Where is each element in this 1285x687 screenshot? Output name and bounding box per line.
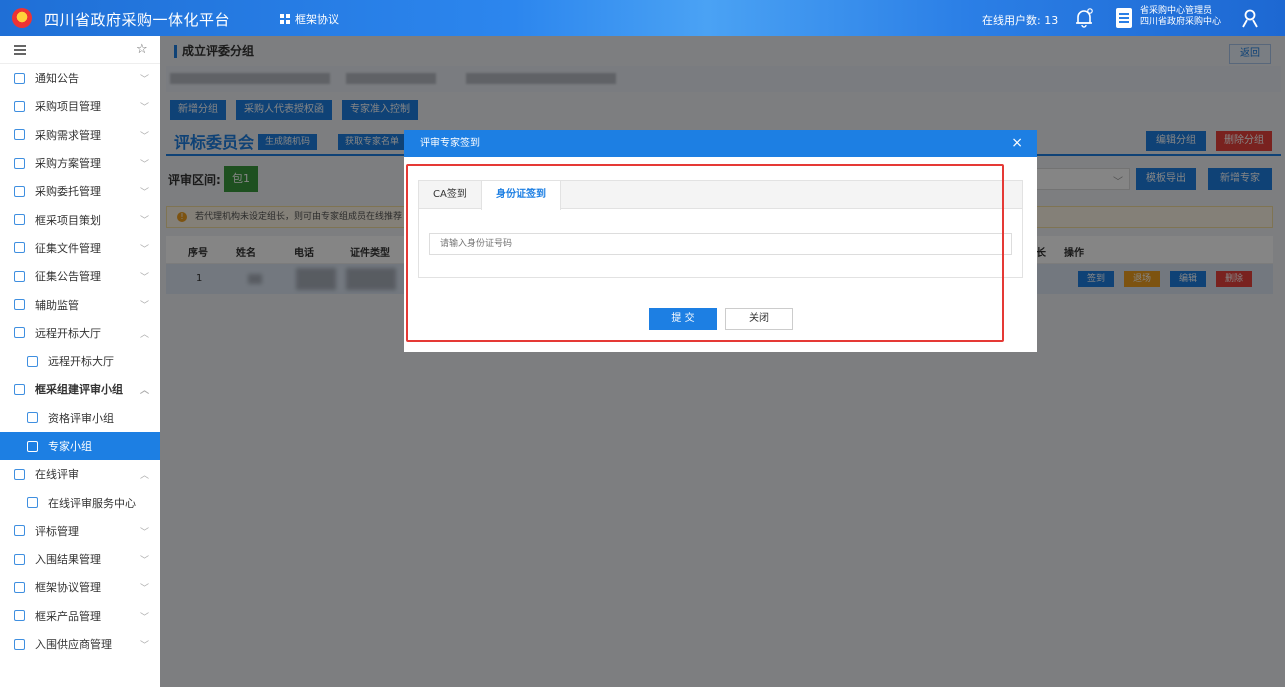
doc-icon xyxy=(27,355,38,367)
org-doc-icon xyxy=(1116,8,1132,28)
user-role: 省采购中心管理员 xyxy=(1140,6,1213,16)
close-icon[interactable]: × xyxy=(1011,130,1023,157)
sidebar-item-product[interactable]: 框采产品管理 ﹀ xyxy=(0,602,160,630)
highlight-annotation xyxy=(406,164,1004,342)
doc-icon xyxy=(14,270,25,282)
modal-header: 评审专家签到 × xyxy=(404,130,1037,157)
chevron-down-icon: ﹀ xyxy=(140,527,150,538)
chevron-down-icon: ﹀ xyxy=(140,216,150,227)
folder-icon xyxy=(14,214,25,226)
top-header: 四川省政府采购一体化平台 框架协议 在线用户数: 13 省采购中心管理员 四川省… xyxy=(0,0,1285,36)
sidebar-item-plan[interactable]: 采购方案管理 ﹀ xyxy=(0,149,160,177)
menu-toggle-icon[interactable] xyxy=(14,45,26,55)
sidebar-item-supervision[interactable]: 辅助监管 ﹀ xyxy=(0,290,160,318)
sidebar-item-agreement[interactable]: 框架协议管理 ﹀ xyxy=(0,573,160,601)
pin-icon[interactable]: ☆ xyxy=(136,42,148,57)
doc-icon xyxy=(14,242,25,254)
monitor-icon xyxy=(14,299,25,311)
chevron-down-icon: ﹀ xyxy=(140,244,150,255)
sidebar-item-solicit-doc[interactable]: 征集文件管理 ﹀ xyxy=(0,234,160,262)
user-avatar-icon[interactable] xyxy=(1240,8,1260,28)
chevron-down-icon: ﹀ xyxy=(140,612,150,623)
doc-icon xyxy=(14,157,25,169)
sidebar-item-solicit-notice[interactable]: 征集公告管理 ﹀ xyxy=(0,262,160,290)
chevron-down-icon: ﹀ xyxy=(140,103,150,114)
user-info: 省采购中心管理员 四川省政府采购中心 xyxy=(1140,6,1221,28)
nav-framework-agreement[interactable]: 框架协议 xyxy=(280,11,339,27)
chevron-down-icon: ﹀ xyxy=(140,640,150,651)
chevron-down-icon: ﹀ xyxy=(140,273,150,284)
user-org: 四川省政府采购中心 xyxy=(1140,17,1222,27)
sidebar-item-bid-evaluation[interactable]: 评标管理 ﹀ xyxy=(0,517,160,545)
chart-icon xyxy=(14,553,25,565)
sidebar-item-demand[interactable]: 采购需求管理 ﹀ xyxy=(0,121,160,149)
chevron-down-icon: ﹀ xyxy=(140,188,150,199)
agreement-icon xyxy=(14,581,25,593)
bell-icon[interactable] xyxy=(1073,7,1095,29)
doc-icon xyxy=(14,327,25,339)
sidebar: ☆ 通知公告 ﹀ 采购项目管理 ﹀ 采购需求管理 ﹀ 采购方案管理 ﹀ 采购委托管理 ﹀ … xyxy=(0,36,160,687)
users-icon xyxy=(27,440,38,452)
sidebar-item-entrust[interactable]: 采购委托管理 ﹀ xyxy=(0,177,160,205)
chevron-up-icon: ︿ xyxy=(140,386,150,397)
sidebar-item-qualification-panel[interactable]: 资格评审小组 xyxy=(0,404,160,432)
sidebar-item-online-review[interactable]: 在线评审 ︿ xyxy=(0,460,160,488)
sidebar-item-planning[interactable]: 框采项目策划 ﹀ xyxy=(0,205,160,233)
sidebar-item-supplier[interactable]: 入围供应商管理 ﹀ xyxy=(0,630,160,658)
sidebar-item-build-panel[interactable]: 框采组建评审小组 ︿ xyxy=(0,375,160,403)
sidebar-item-expert-panel[interactable]: 专家小组 xyxy=(0,431,160,461)
user-icon xyxy=(14,383,25,395)
sidebar-item-online-review-center[interactable]: 在线评审服务中心 xyxy=(0,488,160,516)
chevron-down-icon: ﹀ xyxy=(140,584,150,595)
doc-icon xyxy=(14,129,25,141)
sidebar-top: ☆ xyxy=(0,36,160,64)
doc-icon xyxy=(14,100,25,112)
sidebar-item-remote-hall-sub[interactable]: 远程开标大厅 xyxy=(0,347,160,375)
modal-title: 评审专家签到 xyxy=(420,138,480,149)
chevron-up-icon: ︿ xyxy=(140,471,150,482)
chevron-down-icon: ﹀ xyxy=(140,556,150,567)
supplier-icon xyxy=(14,638,25,650)
chevron-up-icon: ︿ xyxy=(140,329,150,340)
doc-icon xyxy=(14,72,25,84)
sidebar-item-project[interactable]: 采购项目管理 ﹀ xyxy=(0,92,160,120)
sidebar-item-notice[interactable]: 通知公告 ﹀ xyxy=(0,64,160,92)
online-users: 在线用户数: 13 xyxy=(982,14,1059,27)
app-title: 四川省政府采购一体化平台 xyxy=(44,11,231,29)
doc-icon xyxy=(14,185,25,197)
chevron-down-icon: ﹀ xyxy=(140,159,150,170)
sidebar-item-remote-hall[interactable]: 远程开标大厅 ︿ xyxy=(0,319,160,347)
sidebar-item-shortlist-result[interactable]: 入围结果管理 ﹀ xyxy=(0,545,160,573)
chevron-down-icon: ﹀ xyxy=(140,131,150,142)
grid-icon xyxy=(280,14,290,24)
users-icon xyxy=(27,412,38,424)
chevron-down-icon: ﹀ xyxy=(140,75,150,85)
emblem-icon xyxy=(12,8,32,28)
nav-label: 框架协议 xyxy=(295,13,339,26)
monitor-icon xyxy=(27,497,38,509)
chevron-down-icon: ﹀ xyxy=(140,301,150,312)
doc-icon xyxy=(14,525,25,537)
monitor-icon xyxy=(14,468,25,480)
doc-icon xyxy=(14,610,25,622)
